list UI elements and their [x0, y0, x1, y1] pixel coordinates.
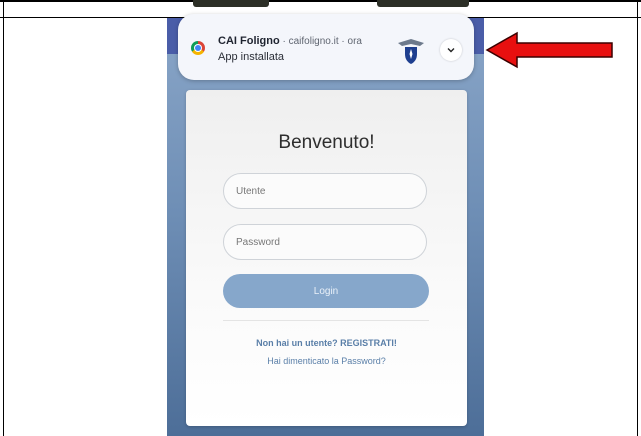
forgot-password-link[interactable]: Hai dimenticato la Password? — [186, 356, 467, 366]
password-input[interactable]: Password — [223, 224, 427, 260]
username-placeholder: Utente — [236, 185, 266, 197]
welcome-title: Benvenuto! — [278, 132, 375, 153]
password-placeholder: Password — [236, 236, 280, 248]
register-link[interactable]: Non hai un utente? REGISTRATI! — [186, 338, 467, 348]
login-button[interactable]: Login — [223, 274, 429, 308]
app-installed-notification[interactable]: CAI Foligno · caifoligno.it · ora App in… — [178, 14, 474, 80]
notification-header: CAI Foligno · caifoligno.it · ora — [218, 35, 362, 47]
document-border-right — [637, 0, 638, 436]
notification-message: App installata — [218, 51, 285, 63]
expand-notification-button[interactable] — [440, 39, 462, 61]
cai-logo-icon — [398, 39, 424, 64]
cropped-image-thumbnail — [377, 0, 469, 7]
cropped-image-thumbnail — [193, 0, 269, 7]
notification-meta: · caifoligno.it · ora — [279, 36, 362, 47]
document-border-left — [3, 0, 4, 436]
login-card: Benvenuto! Utente Password Login Non hai… — [186, 90, 467, 426]
chevron-down-icon — [447, 48, 455, 53]
username-input[interactable]: Utente — [223, 173, 427, 209]
annotation-arrow-icon — [485, 31, 613, 69]
document-border-top — [0, 0, 641, 2]
chrome-icon — [191, 41, 205, 55]
divider — [223, 320, 429, 321]
notification-app-name: CAI Foligno — [218, 35, 280, 47]
